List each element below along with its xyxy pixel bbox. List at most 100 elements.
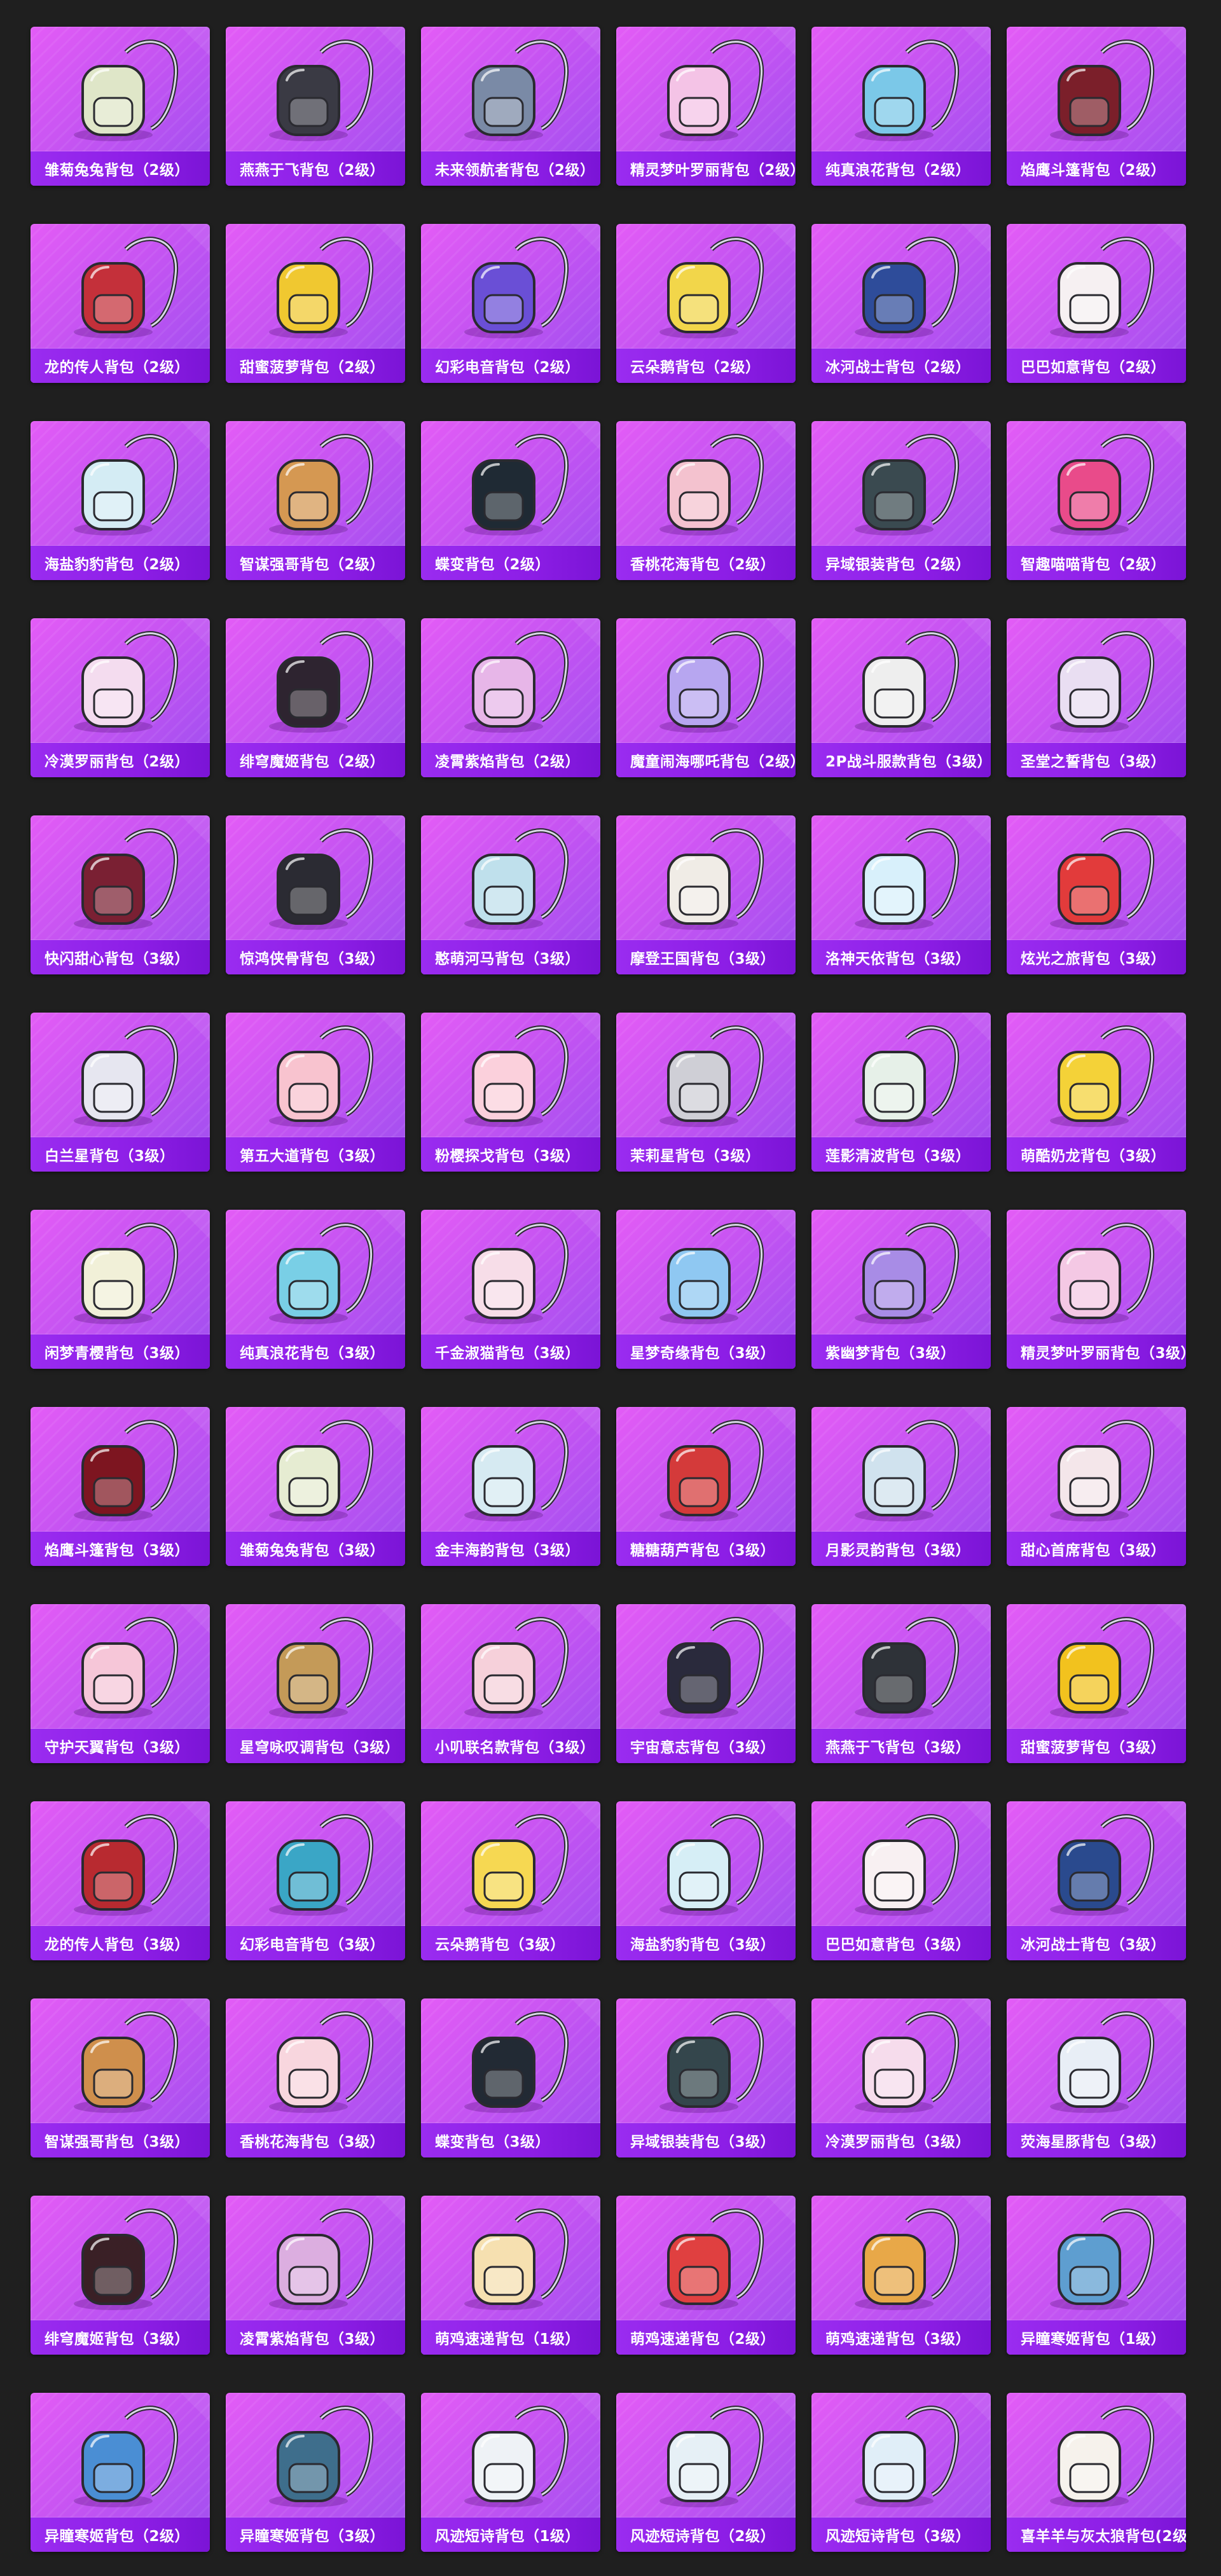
backpack-card[interactable]: 精灵梦叶罗丽背包（2级） bbox=[616, 27, 796, 186]
backpack-card[interactable]: 宇宙意志背包（3级） bbox=[616, 1604, 796, 1763]
backpack-card[interactable]: 香桃花海背包（2级） bbox=[616, 421, 796, 580]
backpack-card[interactable]: 雏菊兔兔背包（2级） bbox=[31, 27, 210, 186]
backpack-card[interactable]: 龙的传人背包（2级） bbox=[31, 224, 210, 383]
backpack-card[interactable]: 海盐豹豹背包（2级） bbox=[31, 421, 210, 580]
backpack-card[interactable]: 茉莉星背包（3级） bbox=[616, 1013, 796, 1172]
music-backpack-icon bbox=[421, 224, 600, 349]
backpack-card[interactable]: 星穹咏叹调背包（3级） bbox=[226, 1604, 405, 1763]
backpack-card[interactable]: 冷漠罗丽背包（2级） bbox=[31, 618, 210, 777]
backpack-name-label: 智谋强哥背包（2级） bbox=[226, 546, 405, 580]
backpack-card[interactable]: 异瞳寒姬背包（2级） bbox=[31, 2393, 210, 2552]
backpack-card[interactable]: 绯穹魔姬背包（3级） bbox=[31, 2196, 210, 2355]
backpack-name-label: 异瞳寒姬背包（2级） bbox=[31, 2517, 210, 2552]
backpack-card[interactable]: 雏菊兔兔背包（3级） bbox=[226, 1407, 405, 1566]
backpack-card[interactable]: 海盐豹豹背包（3级） bbox=[616, 1801, 796, 1960]
backpack-card[interactable]: 荧海星豚背包（3级） bbox=[1007, 1998, 1186, 2157]
backpack-grid: 雏菊兔兔背包（2级） 燕燕于飞背包（2级） 未来领航者背包（2级） 精灵梦叶罗丽背包（… bbox=[0, 0, 1221, 2576]
backpack-card[interactable]: 异瞳寒姬背包（1级） bbox=[1007, 2196, 1186, 2355]
backpack-name-label: 精灵梦叶罗丽背包（2级） bbox=[616, 151, 796, 186]
backpack-card[interactable]: 甜心首席背包（3级） bbox=[1007, 1407, 1186, 1566]
backpack-card[interactable]: 萌鸡速递背包（3级） bbox=[811, 2196, 991, 2355]
backpack-name-label: 莲影清波背包（3级） bbox=[811, 1137, 991, 1172]
backpack-card[interactable]: 喜羊羊与灰太狼背包(2级) bbox=[1007, 2393, 1186, 2552]
backpack-name-label: 绯穹魔姬背包（3级） bbox=[31, 2320, 210, 2355]
backpack-card[interactable]: 闲梦青樱背包（3级） bbox=[31, 1210, 210, 1369]
backpack-card[interactable]: 炫光之旅背包（3级） bbox=[1007, 815, 1186, 974]
backpack-card[interactable]: 冰河战士背包（2级） bbox=[811, 224, 991, 383]
butterfly-backpack-icon bbox=[421, 421, 600, 546]
backpack-card[interactable]: 甜蜜菠萝背包（2级） bbox=[226, 224, 405, 383]
backpack-card[interactable]: 糖糖葫芦背包（3级） bbox=[616, 1407, 796, 1566]
backpack-illustration bbox=[1050, 828, 1155, 930]
backpack-card[interactable]: 燕燕于飞背包（2级） bbox=[226, 27, 405, 186]
backpack-card[interactable]: 智谋强哥背包（2级） bbox=[226, 421, 405, 580]
pineapple-backpack-icon bbox=[226, 224, 405, 349]
backpack-card[interactable]: 月影灵韵背包（3级） bbox=[811, 1407, 991, 1566]
backpack-name-label: 云朵鹅背包（2级） bbox=[616, 349, 796, 383]
backpack-card[interactable]: 莲影清波背包（3级） bbox=[811, 1013, 991, 1172]
backpack-card[interactable]: 憨萌河马背包（3级） bbox=[421, 815, 600, 974]
backpack-card[interactable]: 甜蜜菠萝背包（3级） bbox=[1007, 1604, 1186, 1763]
backpack-card[interactable]: 白兰星背包（3级） bbox=[31, 1013, 210, 1172]
backpack-name-label: 风迹短诗背包（2级） bbox=[616, 2517, 796, 2552]
backpack-card[interactable]: 焰鹰斗篷背包（2级） bbox=[1007, 27, 1186, 186]
backpack-card[interactable]: 风迹短诗背包（2级） bbox=[616, 2393, 796, 2552]
backpack-card[interactable]: 幻彩电音背包（3级） bbox=[226, 1801, 405, 1960]
backpack-card[interactable]: 蝶变背包（2级） bbox=[421, 421, 600, 580]
backpack-card[interactable]: 凌霄紫焰背包（2级） bbox=[421, 618, 600, 777]
backpack-card[interactable]: 惊鸿侠骨背包（3级） bbox=[226, 815, 405, 974]
backpack-card[interactable]: 凌霄紫焰背包（3级） bbox=[226, 2196, 405, 2355]
backpack-card[interactable]: 异瞳寒姬背包（3级） bbox=[226, 2393, 405, 2552]
backpack-card[interactable]: 洛神天依背包（3级） bbox=[811, 815, 991, 974]
backpack-card[interactable]: 龙的传人背包（3级） bbox=[31, 1801, 210, 1960]
backpack-card[interactable]: 幻彩电音背包（2级） bbox=[421, 224, 600, 383]
fairy-backpack-icon bbox=[616, 27, 796, 151]
backpack-card[interactable]: 智趣喵喵背包（2级） bbox=[1007, 421, 1186, 580]
backpack-card[interactable]: 守护天翼背包（3级） bbox=[31, 1604, 210, 1763]
backpack-card[interactable]: 冰河战士背包（3级） bbox=[1007, 1801, 1186, 1960]
backpack-card[interactable]: 异域银装背包（3级） bbox=[616, 1998, 796, 2157]
backpack-card[interactable]: 萌酷奶龙背包（3级） bbox=[1007, 1013, 1186, 1172]
backpack-illustration bbox=[855, 2406, 960, 2507]
backpack-card[interactable]: 摩登王国背包（3级） bbox=[616, 815, 796, 974]
backpack-card[interactable]: 紫幽梦背包（3级） bbox=[811, 1210, 991, 1369]
backpack-card[interactable]: 2P战斗服款背包（3级） bbox=[811, 618, 991, 777]
backpack-card[interactable]: 小叽联名款背包（3级） bbox=[421, 1604, 600, 1763]
backpack-card[interactable]: 香桃花海背包（3级） bbox=[226, 1998, 405, 2157]
backpack-card[interactable]: 精灵梦叶罗丽背包（3级） bbox=[1007, 1210, 1186, 1369]
backpack-card[interactable]: 萌鸡速递背包（1级） bbox=[421, 2196, 600, 2355]
backpack-card[interactable]: 云朵鹅背包（2级） bbox=[616, 224, 796, 383]
backpack-card[interactable]: 快闪甜心背包（3级） bbox=[31, 815, 210, 974]
backpack-name-label: 星穹咏叹调背包（3级） bbox=[226, 1729, 405, 1763]
backpack-card[interactable]: 魔童闹海哪吒背包（2级） bbox=[616, 618, 796, 777]
backpack-card[interactable]: 蝶变背包（3级） bbox=[421, 1998, 600, 2157]
backpack-card[interactable]: 萌鸡速递背包（2级） bbox=[616, 2196, 796, 2355]
backpack-card[interactable]: 智谋强哥背包（3级） bbox=[31, 1998, 210, 2157]
backpack-card[interactable]: 未来领航者背包（2级） bbox=[421, 27, 600, 186]
backpack-card[interactable]: 粉樱探戈背包（3级） bbox=[421, 1013, 600, 1172]
backpack-card[interactable]: 纯真浪花背包（3级） bbox=[226, 1210, 405, 1369]
backpack-card[interactable]: 星梦奇缘背包（3级） bbox=[616, 1210, 796, 1369]
backpack-card[interactable]: 异域银装背包（2级） bbox=[811, 421, 991, 580]
backpack-illustration bbox=[855, 1025, 960, 1127]
backpack-card[interactable]: 金丰海韵背包（3级） bbox=[421, 1407, 600, 1566]
backpack-card[interactable]: 巴巴如意背包（3级） bbox=[811, 1801, 991, 1960]
sakura-backpack-icon bbox=[421, 1013, 600, 1137]
backpack-card[interactable]: 巴巴如意背包（2级） bbox=[1007, 224, 1186, 383]
backpack-card[interactable]: 燕燕于飞背包（3级） bbox=[811, 1604, 991, 1763]
poem-backpack-icon bbox=[421, 2393, 600, 2517]
backpack-card[interactable]: 圣堂之誓背包（3级） bbox=[1007, 618, 1186, 777]
dragon-backpack-icon bbox=[31, 224, 210, 349]
backpack-name-label: 异瞳寒姬背包（3级） bbox=[226, 2517, 405, 2552]
backpack-card[interactable]: 千金淑猫背包（3级） bbox=[421, 1210, 600, 1369]
backpack-name-label: 憨萌河马背包（3级） bbox=[421, 940, 600, 974]
backpack-card[interactable]: 云朵鹅背包（3级） bbox=[421, 1801, 600, 1960]
backpack-card[interactable]: 风迹短诗背包（3级） bbox=[811, 2393, 991, 2552]
backpack-card[interactable]: 绯穹魔姬背包（2级） bbox=[226, 618, 405, 777]
frost-backpack-icon bbox=[811, 1998, 991, 2123]
backpack-card[interactable]: 纯真浪花背包（2级） bbox=[811, 27, 991, 186]
backpack-card[interactable]: 第五大道背包（3级） bbox=[226, 1013, 405, 1172]
backpack-card[interactable]: 焰鹰斗篷背包（3级） bbox=[31, 1407, 210, 1566]
backpack-card[interactable]: 风迹短诗背包（1级） bbox=[421, 2393, 600, 2552]
backpack-card[interactable]: 冷漠罗丽背包（3级） bbox=[811, 1998, 991, 2157]
